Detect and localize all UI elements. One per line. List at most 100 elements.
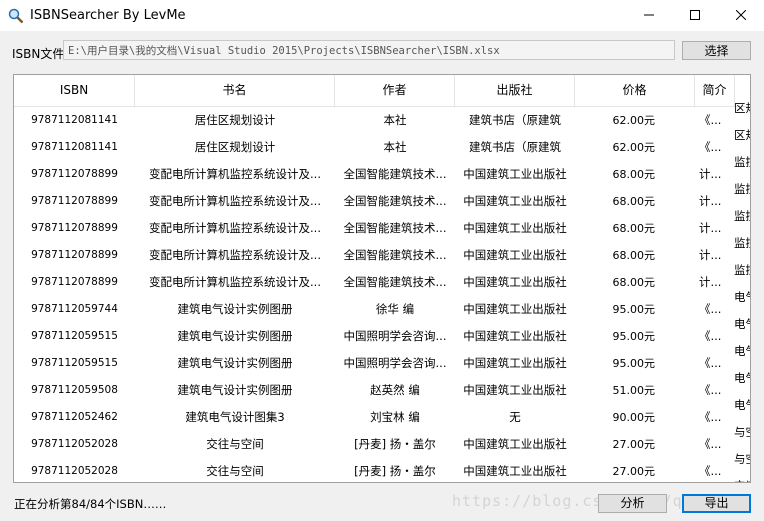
cell-author: 全国智能建筑技术... bbox=[343, 221, 447, 235]
cell-author: 全国智能建筑技术... bbox=[343, 194, 447, 208]
cell-intro: 计... bbox=[699, 275, 722, 289]
header-title[interactable]: 书名 bbox=[135, 75, 335, 106]
cell-title: 变配电所计算机监控系统设计及... bbox=[149, 248, 321, 262]
table-row[interactable]: 9787112059515 建筑电气设计实例图册 中国照明学会咨询... 中国建筑工业… bbox=[14, 323, 750, 350]
table-row[interactable]: 9787112078899 变配电所计算机监控系统设计及... 全国智能建筑技术..… bbox=[14, 188, 750, 215]
table-row[interactable]: 9787112078899 变配电所计算机监控系统设计及... 全国智能建筑技术..… bbox=[14, 269, 750, 296]
cell-author: 赵英然 编 bbox=[370, 383, 420, 397]
cell-author: 徐华 编 bbox=[375, 302, 415, 316]
cell-isbn: 9787112059744 bbox=[31, 303, 118, 315]
cell-author: 刘宝林 编 bbox=[370, 410, 420, 424]
table-row[interactable]: 9787112059744 建筑电气设计实例图册 徐华 编 中国建筑工业出版社 95.0… bbox=[14, 296, 750, 323]
cell-price: 90.00元 bbox=[612, 411, 656, 424]
cell-title: 交往与空间 bbox=[206, 464, 264, 478]
export-button[interactable]: 导出 bbox=[682, 494, 751, 513]
cell-intro: 《... bbox=[699, 437, 722, 451]
table-row[interactable]: 9787112078899 变配电所计算机监控系统设计及... 全国智能建筑技术..… bbox=[14, 161, 750, 188]
header-price[interactable]: 价格 bbox=[575, 75, 695, 106]
cell-publisher: 中国建筑工业出版社 bbox=[463, 437, 567, 451]
intro-overflow-text: 电气 bbox=[734, 290, 750, 304]
cell-isbn: 9787112052462 bbox=[31, 411, 118, 423]
choose-file-button[interactable]: 选择 bbox=[682, 41, 751, 60]
intro-overflow-text: 电气 bbox=[734, 371, 750, 385]
table-row[interactable]: 9787112059515 建筑电气设计实例图册 中国照明学会咨询... 中国建筑工业… bbox=[14, 350, 750, 377]
intro-overflow-text: 与空 bbox=[734, 452, 750, 466]
cell-author: 全国智能建筑技术... bbox=[343, 275, 447, 289]
header-publisher[interactable]: 出版社 bbox=[455, 75, 575, 106]
cell-title: 变配电所计算机监控系统设计及... bbox=[149, 167, 321, 181]
table-row[interactable]: 9787112078899 变配电所计算机监控系统设计及... 全国智能建筑技术..… bbox=[14, 215, 750, 242]
cell-author: 中国照明学会咨询... bbox=[343, 329, 447, 343]
intro-overflow-text: 监控 bbox=[734, 155, 750, 169]
cell-author: 本社 bbox=[383, 113, 407, 127]
intro-overflow-text: 电气 bbox=[734, 344, 750, 358]
cell-isbn: 9787112052028 bbox=[31, 465, 118, 477]
cell-publisher: 建筑书店（原建筑 bbox=[469, 140, 561, 154]
cell-intro: 《... bbox=[699, 356, 722, 370]
title-bar: ISBNSearcher By LevMe bbox=[0, 0, 764, 31]
cell-publisher: 中国建筑工业出版社 bbox=[463, 221, 567, 235]
analyze-button[interactable]: 分析 bbox=[598, 494, 667, 513]
cell-price: 68.00元 bbox=[612, 249, 656, 262]
close-button[interactable] bbox=[718, 0, 764, 31]
cell-intro: 《... bbox=[699, 140, 722, 154]
intro-overflow-text: 监控 bbox=[734, 236, 750, 250]
header-author[interactable]: 作者 bbox=[335, 75, 455, 106]
intro-overflow-text: 空间 bbox=[734, 479, 750, 482]
cell-author: [丹麦] 扬・盖尔 bbox=[354, 437, 436, 451]
cell-price: 68.00元 bbox=[612, 168, 656, 181]
cell-title: 建筑电气设计实例图册 bbox=[177, 356, 293, 370]
minimize-button[interactable] bbox=[626, 0, 672, 31]
intro-overflow-text: 与空 bbox=[734, 425, 750, 439]
cell-intro: 《... bbox=[699, 329, 722, 343]
intro-overflow-text: 监控 bbox=[734, 209, 750, 223]
cell-isbn: 9787112078899 bbox=[31, 276, 118, 288]
intro-overflow-text: 电气 bbox=[734, 398, 750, 412]
cell-intro: 《... bbox=[699, 113, 722, 127]
header-intro[interactable]: 简介 bbox=[695, 75, 735, 106]
results-grid[interactable]: ISBN 书名 作者 出版社 价格 简介 9787112081141 居住区规划设… bbox=[13, 74, 751, 483]
cell-isbn: 9787112059515 bbox=[31, 357, 118, 369]
file-path-field[interactable]: E:\用户目录\我的文档\Visual Studio 2015\Projects… bbox=[63, 40, 675, 60]
cell-price: 51.00元 bbox=[612, 384, 656, 397]
table-row[interactable]: 9787112059508 建筑电气设计实例图册 赵英然 编 中国建筑工业出版社 51.… bbox=[14, 377, 750, 404]
cell-publisher: 中国建筑工业出版社 bbox=[463, 194, 567, 208]
cell-title: 建筑电气设计实例图册 bbox=[177, 329, 293, 343]
cell-price: 95.00元 bbox=[612, 303, 656, 316]
cell-isbn: 9787112052028 bbox=[31, 438, 118, 450]
table-row[interactable]: 9787112078899 变配电所计算机监控系统设计及... 全国智能建筑技术..… bbox=[14, 242, 750, 269]
isbn-file-label: ISBN文件 bbox=[12, 47, 65, 61]
cell-title: 居住区规划设计 bbox=[194, 113, 276, 127]
cell-isbn: 9787112078899 bbox=[31, 249, 118, 261]
cell-intro: 计... bbox=[699, 194, 722, 208]
cell-intro: 《... bbox=[699, 302, 722, 316]
cell-title: 居住区规划设计 bbox=[194, 140, 276, 154]
table-row[interactable]: 9787112081141 居住区规划设计 本社 建筑书店（原建筑 62.00元 《... bbox=[14, 134, 750, 161]
cell-intro: 《... bbox=[699, 383, 722, 397]
cell-author: 本社 bbox=[383, 140, 407, 154]
table-row[interactable]: 9787112052462 建筑电气设计图集3 刘宝林 编 无 90.00元 《... bbox=[14, 404, 750, 431]
table-row[interactable]: 9787112052028 交往与空间 [丹麦] 扬・盖尔 中国建筑工业出版社 27.0… bbox=[14, 431, 750, 458]
cell-publisher: 中国建筑工业出版社 bbox=[463, 167, 567, 181]
cell-isbn: 9787112081141 bbox=[31, 141, 118, 153]
cell-title: 交往与空间 bbox=[206, 437, 264, 451]
cell-publisher: 建筑书店（原建筑 bbox=[469, 113, 561, 127]
header-isbn[interactable]: ISBN bbox=[14, 75, 135, 106]
cell-title: 变配电所计算机监控系统设计及... bbox=[149, 194, 321, 208]
table-row[interactable]: 9787112052028 交往与空间 [丹麦] 扬・盖尔 中国建筑工业出版社 27.0… bbox=[14, 458, 750, 482]
cell-isbn: 9787112059515 bbox=[31, 330, 118, 342]
cell-isbn: 9787112078899 bbox=[31, 222, 118, 234]
cell-price: 68.00元 bbox=[612, 222, 656, 235]
cell-isbn: 9787112078899 bbox=[31, 168, 118, 180]
table-row[interactable]: 9787112081141 居住区规划设计 本社 建筑书店（原建筑 62.00元 《... bbox=[14, 107, 750, 134]
grid-header: ISBN 书名 作者 出版社 价格 简介 bbox=[14, 75, 750, 107]
cell-title: 变配电所计算机监控系统设计及... bbox=[149, 221, 321, 235]
cell-intro: 计... bbox=[699, 221, 722, 235]
status-text: 正在分析第84/84个ISBN…… bbox=[14, 497, 167, 511]
window-title: ISBNSearcher By LevMe bbox=[30, 8, 186, 23]
intro-overflow-text: 电气 bbox=[734, 317, 750, 331]
maximize-button[interactable] bbox=[672, 0, 718, 31]
cell-title: 建筑电气设计图集3 bbox=[185, 410, 285, 424]
cell-price: 95.00元 bbox=[612, 357, 656, 370]
cell-publisher: 中国建筑工业出版社 bbox=[463, 248, 567, 262]
